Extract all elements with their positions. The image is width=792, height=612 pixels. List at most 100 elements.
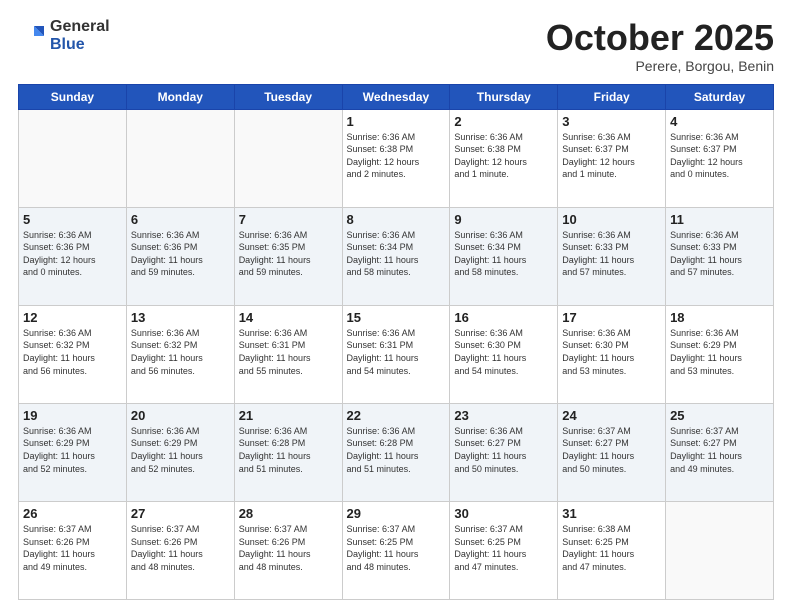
day-info: Sunrise: 6:36 AMSunset: 6:37 PMDaylight:…: [670, 131, 769, 181]
calendar-day-cell: 10Sunrise: 6:36 AMSunset: 6:33 PMDayligh…: [558, 207, 666, 305]
calendar-day-cell: 31 Sunrise: 6:38 AMSunset: 6:25 PMDayligh…: [558, 501, 666, 599]
calendar-day-cell: 9Sunrise: 6:36 AMSunset: 6:34 PMDaylight…: [450, 207, 558, 305]
day-info: Sunrise: 6:36 AMSunset: 6:28 PMDaylight:…: [239, 425, 338, 475]
day-info: Sunrise: 6:36 AMSunset: 6:27 PMDaylight:…: [454, 425, 553, 475]
day-number: 29: [347, 506, 446, 521]
day-number: 23: [454, 408, 553, 423]
day-info: Sunrise: 6:36 AMSunset: 6:38 PMDaylight:…: [454, 131, 553, 181]
day-number: 16: [454, 310, 553, 325]
day-info: Sunrise: 6:36 AMSunset: 6:30 PMDaylight:…: [454, 327, 553, 377]
calendar-day-cell: 26 Sunrise: 6:37 AMSunset: 6:26 PMDayligh…: [19, 501, 127, 599]
calendar-day-cell: 19 Sunrise: 6:36 AMSunset: 6:29 PMDayligh…: [19, 403, 127, 501]
calendar-day-cell: 20 Sunrise: 6:36 AMSunset: 6:29 PMDayligh…: [126, 403, 234, 501]
day-number: 20: [131, 408, 230, 423]
calendar-day-cell: 25Sunrise: 6:37 AMSunset: 6:27 PMDayligh…: [666, 403, 774, 501]
day-info: Sunrise: 6:37 AMSunset: 6:25 PMDaylight:…: [347, 523, 446, 573]
calendar-day-cell: [666, 501, 774, 599]
day-info: Sunrise: 6:36 AMSunset: 6:29 PMDaylight:…: [131, 425, 230, 475]
page: General Blue October 2025 Perere, Borgou…: [0, 0, 792, 612]
calendar-day-cell: 22 Sunrise: 6:36 AMSunset: 6:28 PMDayligh…: [342, 403, 450, 501]
day-number: 17: [562, 310, 661, 325]
day-info: Sunrise: 6:36 AMSunset: 6:33 PMDaylight:…: [670, 229, 769, 279]
logo-blue-text: Blue: [50, 36, 110, 54]
header-sunday: Sunday: [19, 84, 127, 109]
day-info: Sunrise: 6:36 AMSunset: 6:35 PMDaylight:…: [239, 229, 338, 279]
day-number: 30: [454, 506, 553, 521]
day-info: Sunrise: 6:37 AMSunset: 6:26 PMDaylight:…: [23, 523, 122, 573]
day-info: Sunrise: 6:38 AMSunset: 6:25 PMDaylight:…: [562, 523, 661, 573]
day-number: 18: [670, 310, 769, 325]
day-number: 7: [239, 212, 338, 227]
header-wednesday: Wednesday: [342, 84, 450, 109]
logo-general-text: General: [50, 18, 110, 36]
day-number: 12: [23, 310, 122, 325]
calendar-day-cell: [234, 109, 342, 207]
calendar-week-row: 5Sunrise: 6:36 AMSunset: 6:36 PMDaylight…: [19, 207, 774, 305]
day-number: 8: [347, 212, 446, 227]
day-info: Sunrise: 6:37 AMSunset: 6:25 PMDaylight:…: [454, 523, 553, 573]
calendar-week-row: 26 Sunrise: 6:37 AMSunset: 6:26 PMDayligh…: [19, 501, 774, 599]
logo-icon: [18, 22, 46, 50]
header: General Blue October 2025 Perere, Borgou…: [18, 18, 774, 74]
day-info: Sunrise: 6:36 AMSunset: 6:31 PMDaylight:…: [347, 327, 446, 377]
day-number: 10: [562, 212, 661, 227]
calendar-week-row: 19 Sunrise: 6:36 AMSunset: 6:29 PMDayligh…: [19, 403, 774, 501]
day-number: 26: [23, 506, 122, 521]
title-location: Perere, Borgou, Benin: [546, 58, 774, 74]
calendar-day-cell: 5Sunrise: 6:36 AMSunset: 6:36 PMDaylight…: [19, 207, 127, 305]
calendar-table: Sunday Monday Tuesday Wednesday Thursday…: [18, 84, 774, 600]
calendar-day-cell: 3 Sunrise: 6:36 AMSunset: 6:37 PMDaylight…: [558, 109, 666, 207]
header-thursday: Thursday: [450, 84, 558, 109]
calendar-day-cell: 18 Sunrise: 6:36 AMSunset: 6:29 PMDayligh…: [666, 305, 774, 403]
day-info: Sunrise: 6:36 AMSunset: 6:29 PMDaylight:…: [670, 327, 769, 377]
calendar-day-cell: 4 Sunrise: 6:36 AMSunset: 6:37 PMDaylight…: [666, 109, 774, 207]
day-info: Sunrise: 6:36 AMSunset: 6:28 PMDaylight:…: [347, 425, 446, 475]
calendar-day-cell: [19, 109, 127, 207]
calendar-day-cell: 15 Sunrise: 6:36 AMSunset: 6:31 PMDayligh…: [342, 305, 450, 403]
day-number: 31: [562, 506, 661, 521]
day-info: Sunrise: 6:37 AMSunset: 6:26 PMDaylight:…: [131, 523, 230, 573]
header-friday: Friday: [558, 84, 666, 109]
calendar-week-row: 1 Sunrise: 6:36 AMSunset: 6:38 PMDaylight…: [19, 109, 774, 207]
title-block: October 2025 Perere, Borgou, Benin: [546, 18, 774, 74]
day-number: 1: [347, 114, 446, 129]
calendar-day-cell: 11 Sunrise: 6:36 AMSunset: 6:33 PMDayligh…: [666, 207, 774, 305]
calendar-day-cell: 28Sunrise: 6:37 AMSunset: 6:26 PMDayligh…: [234, 501, 342, 599]
day-number: 9: [454, 212, 553, 227]
day-info: Sunrise: 6:36 AMSunset: 6:29 PMDaylight:…: [23, 425, 122, 475]
day-info: Sunrise: 6:37 AMSunset: 6:27 PMDaylight:…: [562, 425, 661, 475]
title-month: October 2025: [546, 18, 774, 58]
logo: General Blue: [18, 18, 110, 53]
day-info: Sunrise: 6:36 AMSunset: 6:34 PMDaylight:…: [347, 229, 446, 279]
calendar-day-cell: 1 Sunrise: 6:36 AMSunset: 6:38 PMDaylight…: [342, 109, 450, 207]
day-number: 24: [562, 408, 661, 423]
day-number: 19: [23, 408, 122, 423]
day-info: Sunrise: 6:36 AMSunset: 6:38 PMDaylight:…: [347, 131, 446, 181]
calendar-day-cell: 7 Sunrise: 6:36 AMSunset: 6:35 PMDaylight…: [234, 207, 342, 305]
calendar-day-cell: 13Sunrise: 6:36 AMSunset: 6:32 PMDayligh…: [126, 305, 234, 403]
header-monday: Monday: [126, 84, 234, 109]
day-info: Sunrise: 6:36 AMSunset: 6:37 PMDaylight:…: [562, 131, 661, 181]
day-number: 4: [670, 114, 769, 129]
day-number: 15: [347, 310, 446, 325]
calendar-day-cell: 16 Sunrise: 6:36 AMSunset: 6:30 PMDayligh…: [450, 305, 558, 403]
calendar-day-cell: 21Sunrise: 6:36 AMSunset: 6:28 PMDayligh…: [234, 403, 342, 501]
day-number: 2: [454, 114, 553, 129]
day-number: 6: [131, 212, 230, 227]
day-number: 14: [239, 310, 338, 325]
day-info: Sunrise: 6:36 AMSunset: 6:30 PMDaylight:…: [562, 327, 661, 377]
calendar-day-cell: 2 Sunrise: 6:36 AMSunset: 6:38 PMDaylight…: [450, 109, 558, 207]
day-number: 11: [670, 212, 769, 227]
calendar-day-cell: 23 Sunrise: 6:36 AMSunset: 6:27 PMDayligh…: [450, 403, 558, 501]
logo-text: General Blue: [50, 18, 110, 53]
day-number: 27: [131, 506, 230, 521]
day-number: 22: [347, 408, 446, 423]
day-info: Sunrise: 6:36 AMSunset: 6:32 PMDaylight:…: [23, 327, 122, 377]
calendar-day-cell: 12 Sunrise: 6:36 AMSunset: 6:32 PMDayligh…: [19, 305, 127, 403]
header-tuesday: Tuesday: [234, 84, 342, 109]
calendar-header-row: Sunday Monday Tuesday Wednesday Thursday…: [19, 84, 774, 109]
day-info: Sunrise: 6:37 AMSunset: 6:26 PMDaylight:…: [239, 523, 338, 573]
calendar-day-cell: 14Sunrise: 6:36 AMSunset: 6:31 PMDayligh…: [234, 305, 342, 403]
day-number: 3: [562, 114, 661, 129]
calendar-day-cell: 24 Sunrise: 6:37 AMSunset: 6:27 PMDayligh…: [558, 403, 666, 501]
